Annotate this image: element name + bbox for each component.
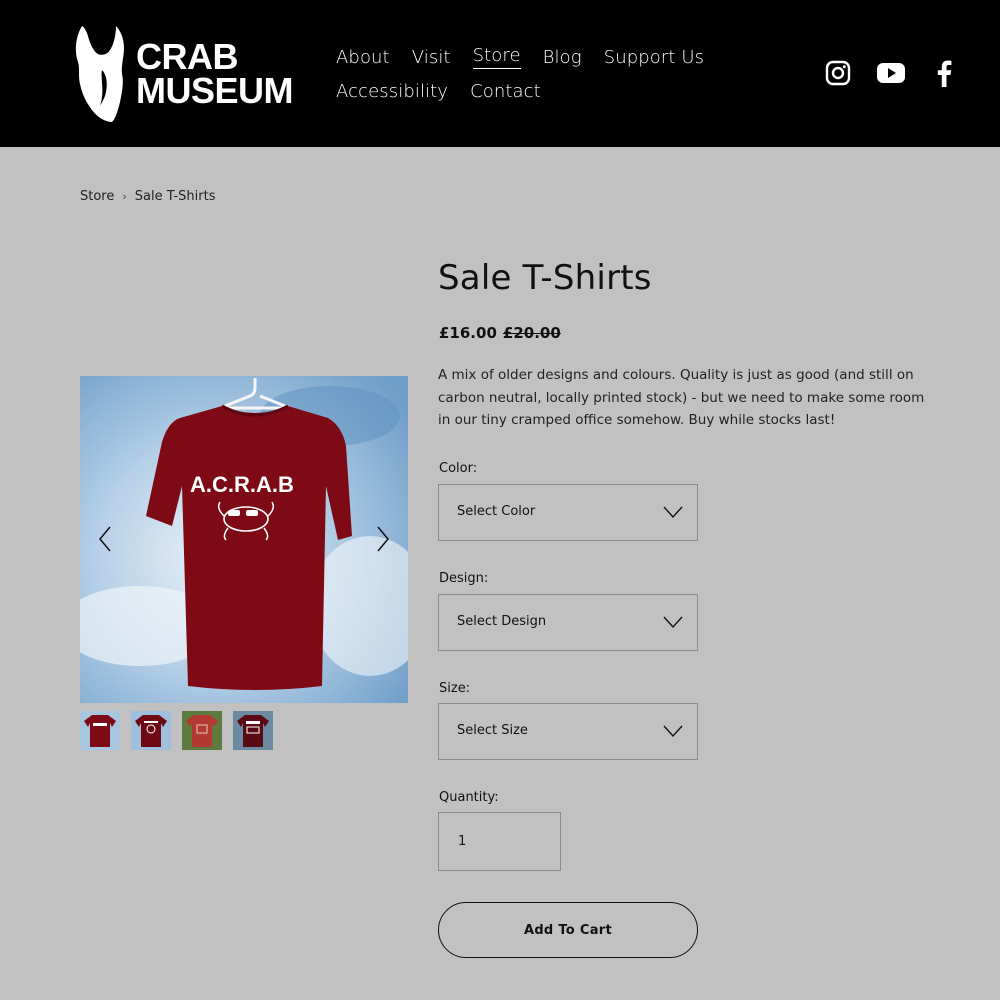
nav-store[interactable]: Store bbox=[472, 45, 521, 69]
breadcrumb-store-link[interactable]: Store bbox=[80, 189, 114, 204]
product-title: Sale T-Shirts bbox=[438, 258, 652, 298]
nav-blog[interactable]: Blog bbox=[543, 47, 582, 68]
design-label: Design: bbox=[439, 571, 489, 586]
crab-museum-logo[interactable]: CRAB MUSEUM bbox=[72, 22, 302, 124]
nav-about[interactable]: About bbox=[336, 47, 390, 68]
color-select-value: Select Color bbox=[457, 504, 536, 519]
original-price: £20.00 bbox=[502, 324, 561, 342]
logo-line-2: MUSEUM bbox=[136, 70, 294, 111]
product-main-image: A.C.R.A.B bbox=[80, 376, 408, 703]
design-select[interactable]: Select Design bbox=[438, 594, 698, 651]
quantity-input[interactable] bbox=[438, 812, 561, 871]
thumbnail-3[interactable] bbox=[182, 711, 222, 750]
product-description: A mix of older designs and colours. Qual… bbox=[438, 367, 925, 428]
product-price: £16.00 £20.00 bbox=[439, 324, 561, 342]
size-select-value: Select Size bbox=[457, 723, 528, 738]
nav-accessibility[interactable]: Accessibility bbox=[336, 81, 448, 102]
design-select-value: Select Design bbox=[457, 614, 547, 629]
chevron-down-icon bbox=[663, 506, 683, 519]
instagram-icon[interactable] bbox=[825, 60, 851, 86]
chevron-down-icon bbox=[663, 725, 683, 738]
main-nav: About Visit Store Blog Support Us Access… bbox=[336, 40, 716, 108]
youtube-icon[interactable] bbox=[877, 62, 905, 84]
size-label: Size: bbox=[439, 681, 471, 696]
logo-line-1: CRAB bbox=[136, 36, 239, 77]
nav-contact[interactable]: Contact bbox=[470, 81, 541, 102]
site-header: CRAB MUSEUM About Visit Store Blog Suppo… bbox=[0, 0, 1000, 147]
chevron-down-icon bbox=[663, 616, 683, 629]
thumbnail-strip bbox=[80, 711, 273, 750]
tshirt-photo: A.C.R.A.B bbox=[80, 376, 408, 703]
nav-support-us[interactable]: Support Us bbox=[604, 47, 704, 68]
breadcrumb: Store › Sale T-Shirts bbox=[80, 189, 216, 204]
thumbnail-1[interactable] bbox=[80, 711, 120, 750]
quantity-label: Quantity: bbox=[439, 790, 499, 805]
gallery-next-arrow-icon[interactable] bbox=[372, 523, 392, 555]
crab-claw-logo-icon bbox=[75, 26, 124, 122]
breadcrumb-current: Sale T-Shirts bbox=[134, 189, 216, 204]
nav-row-2: Accessibility Contact bbox=[336, 74, 716, 108]
nav-row-1: About Visit Store Blog Support Us bbox=[336, 40, 716, 74]
logo-text: CRAB MUSEUM bbox=[136, 36, 294, 111]
shirt-print-text: A.C.R.A.B bbox=[190, 472, 294, 497]
add-to-cart-button[interactable]: Add To Cart bbox=[438, 902, 698, 958]
nav-visit[interactable]: Visit bbox=[412, 47, 451, 68]
color-select[interactable]: Select Color bbox=[438, 484, 698, 541]
thumbnail-4[interactable] bbox=[233, 711, 273, 750]
thumbnail-2[interactable] bbox=[131, 711, 171, 750]
sale-price: £16.00 bbox=[439, 324, 497, 342]
size-select[interactable]: Select Size bbox=[438, 703, 698, 760]
facebook-icon[interactable] bbox=[935, 60, 953, 87]
breadcrumb-separator: › bbox=[122, 190, 127, 203]
color-label: Color: bbox=[439, 461, 478, 476]
gallery-prev-arrow-icon[interactable] bbox=[96, 523, 116, 555]
